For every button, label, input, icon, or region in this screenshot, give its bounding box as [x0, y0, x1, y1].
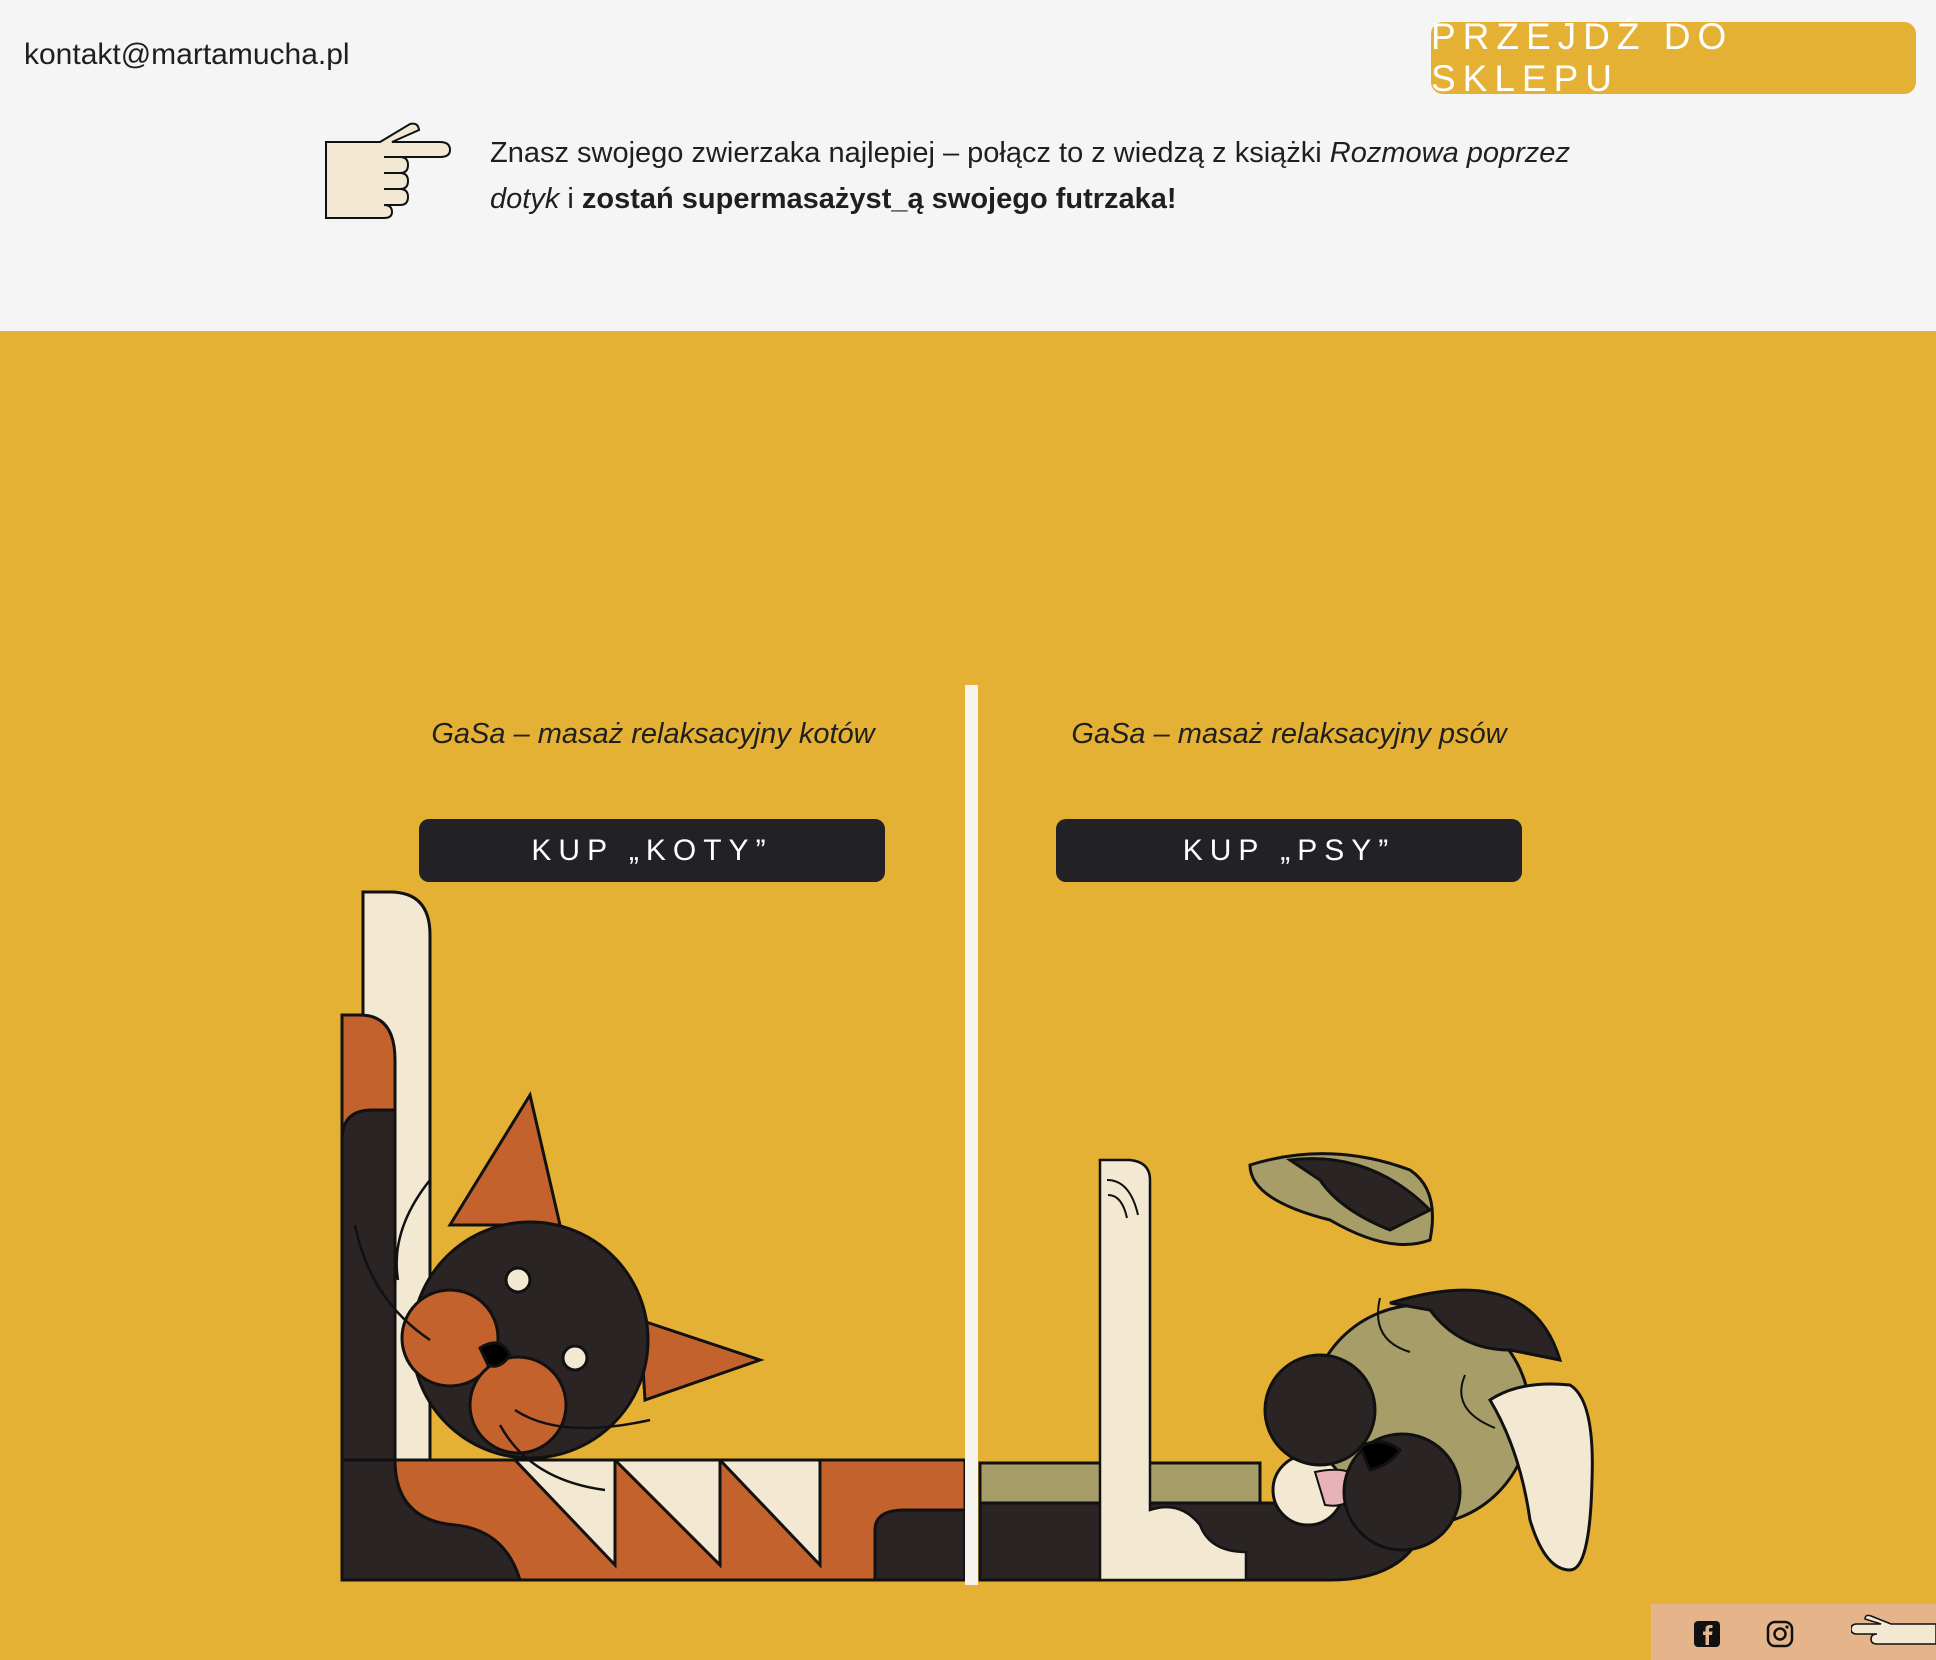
- contact-email-link[interactable]: kontakt@martamucha.pl: [24, 38, 350, 72]
- cats-subtitle: GaSa – masaż relaksacyjny kotów: [431, 718, 875, 750]
- dog-illustration: [978, 1152, 1594, 1582]
- intro-highlight: zostań supermasażyst_ą swojego futrzaka!: [581, 183, 1177, 215]
- cat-illustration: [340, 890, 967, 1582]
- go-to-shop-button[interactable]: PRZEJDŹ DO SKLEPU: [1431, 16, 1916, 99]
- social-bar: [1651, 1604, 1936, 1660]
- dogs-subtitle: GaSa – masaż relaksacyjny psów: [1071, 718, 1507, 750]
- pointing-hand-icon[interactable]: [1851, 1614, 1936, 1654]
- intro-text-part: i: [559, 183, 582, 215]
- facebook-icon[interactable]: [1691, 1618, 1723, 1650]
- intro-text-part: Znasz swojego zwierzaka najlepiej – połą…: [490, 137, 1330, 169]
- product-divider: [965, 685, 978, 1585]
- cat-dog-illustration: [340, 890, 1594, 1582]
- header: kontakt@martamucha.pl PRZEJDŹ DO SKLEPU …: [0, 0, 1936, 331]
- intro-text: Znasz swojego zwierzaka najlepiej – połą…: [490, 130, 1590, 222]
- buy-cats-button[interactable]: KUP „KOTY”: [419, 819, 885, 882]
- pointing-hand-icon: [325, 122, 452, 219]
- buy-dogs-button[interactable]: KUP „PSY”: [1056, 819, 1522, 882]
- instagram-icon[interactable]: [1764, 1618, 1796, 1650]
